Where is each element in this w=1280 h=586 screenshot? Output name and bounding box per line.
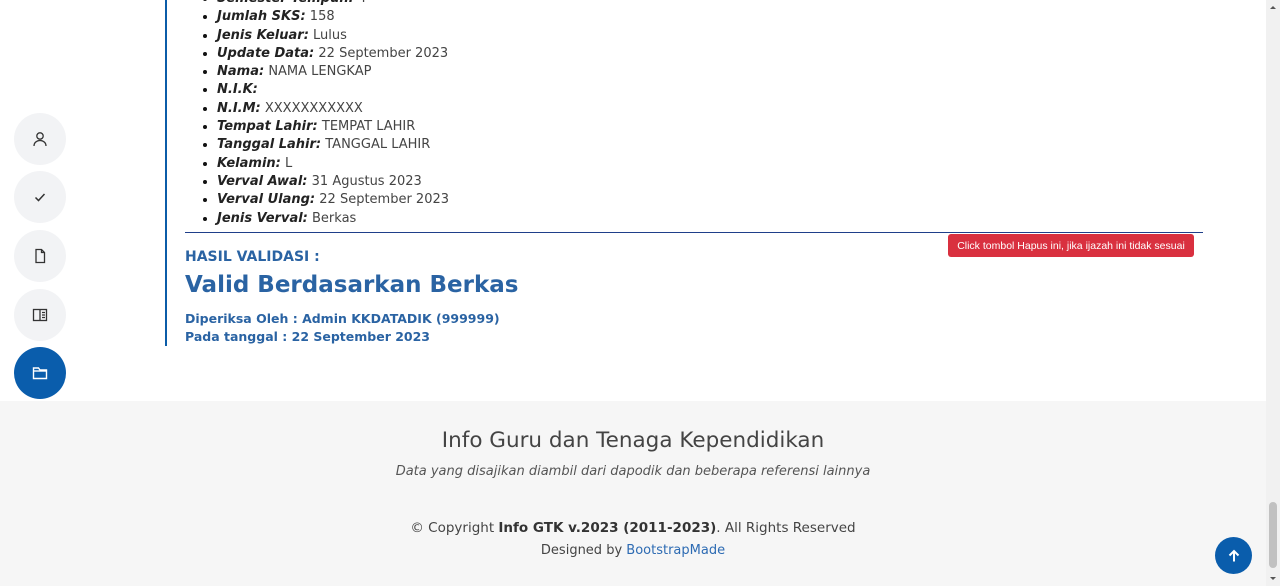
detail-key: Tempat Lahir: [217,119,318,135]
scroll-up-arrow-icon[interactable] [1266,0,1280,14]
detail-item: Update Data: 22 September 2023 [217,45,449,63]
detail-value: L [285,155,293,171]
detail-value: XXXXXXXXXXX [264,100,363,116]
detail-value: Lulus [313,27,347,43]
detail-key: Kelamin: [217,155,281,171]
detail-item: Tanggal Lahir: TANGGAL LAHIR [217,136,449,154]
detail-item: Verval Ulang: 22 September 2023 [217,191,449,209]
copyright-suffix: . All Rights Reserved [716,520,856,536]
check-icon [34,193,46,202]
ijazah-detail-panel: Semester Tempuh: 4Jumlah SKS: 158Jenis K… [165,0,1203,346]
divider [185,232,1203,233]
footer-subtitle: Data yang disajikan diambil dari dapodik… [395,464,871,479]
detail-key: Tanggal Lahir: [217,137,322,153]
folder-icon [32,367,48,380]
detail-value: 22 September 2023 [319,192,450,208]
detail-item: Jenis Verval: Berkas [217,210,449,228]
detail-key: N.I.K: [217,82,258,98]
detail-item: Jumlah SKS: 158 [217,8,449,26]
detail-value: NAMA LENGKAP [268,64,372,80]
checked-by-text: Diperiksa Oleh : Admin KKDATADIK (999999… [185,311,500,326]
nav-profile-button[interactable] [14,113,66,165]
nav-document-button[interactable] [14,230,66,282]
detail-value: 4 [358,0,366,6]
arrow-up-icon [1228,549,1239,561]
bootstrapmade-link[interactable]: BootstrapMade [626,543,725,558]
designed-by-text: Designed by BootstrapMade [0,543,1266,558]
detail-value: Berkas [312,210,357,226]
detail-key: Jenis Keluar: [217,27,309,43]
detail-item: Tempat Lahir: TEMPAT LAHIR [217,118,449,136]
book-icon [32,308,48,322]
detail-list: Semester Tempuh: 4Jumlah SKS: 158Jenis K… [203,0,449,228]
validation-label: HASIL VALIDASI : [185,249,320,265]
nav-validation-button[interactable] [14,171,66,223]
validation-date-text: Pada tanggal : 22 September 2023 [185,329,431,344]
detail-value: 158 [309,9,335,25]
validation-result: Valid Berdasarkan Berkas [185,272,519,298]
detail-key: Verval Ulang: [217,192,316,208]
detail-key: Jumlah SKS: [217,9,306,25]
nav-folder-button[interactable] [14,347,66,399]
detail-key: Verval Awal: [217,173,308,189]
detail-key: Semester Tempuh: [217,0,354,6]
detail-item: N.I.M: XXXXXXXXXXX [217,100,449,118]
detail-key: N.I.M: [217,100,261,116]
delete-hint-tooltip: Click tombol Hapus ini, jika ijazah ini … [948,234,1194,257]
detail-key: Nama: [217,64,265,80]
document-icon [35,248,46,264]
detail-item: Jenis Keluar: Lulus [217,27,449,45]
footer: Info Guru dan Tenaga Kependidikan Data y… [0,401,1266,586]
copyright-brand: Info GTK v.2023 (2011-2023) [498,520,717,536]
detail-value: TEMPAT LAHIR [321,119,416,135]
page-scrollbar[interactable] [1266,0,1280,586]
back-to-top-button[interactable] [1215,537,1252,574]
scroll-down-arrow-icon[interactable] [1266,572,1280,586]
footer-title: Info Guru dan Tenaga Kependidikan [441,428,825,453]
detail-item: Kelamin: L [217,155,449,173]
detail-value: 31 Agustus 2023 [311,173,422,189]
user-icon [33,132,47,147]
copyright-prefix: © Copyright [410,520,499,536]
nav-book-button[interactable] [14,289,66,341]
detail-key: Jenis Verval: [217,210,308,226]
detail-item: Semester Tempuh: 4 [217,0,449,8]
detail-value: TANGGAL LAHIR [325,137,431,153]
detail-item: Nama: NAMA LENGKAP [217,63,449,81]
designed-prefix: Designed by [540,543,627,558]
detail-item: N.I.K: [217,81,449,99]
detail-value: 22 September 2023 [318,45,449,61]
scrollbar-thumb[interactable] [1269,502,1277,568]
detail-item: Verval Awal: 31 Agustus 2023 [217,173,449,191]
copyright-text: © Copyright Info GTK v.2023 (2011-2023).… [0,520,1266,536]
detail-key: Update Data: [217,45,315,61]
